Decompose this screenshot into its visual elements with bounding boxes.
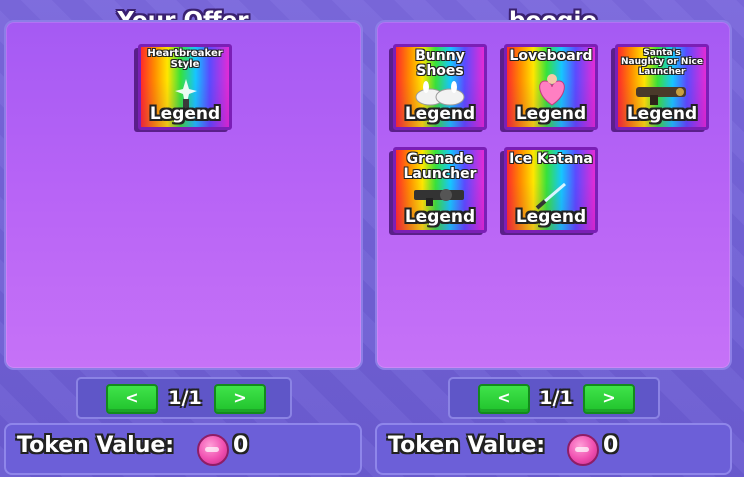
token-coin-icon [567, 434, 599, 466]
item-name: Heartbreaker Style [147, 48, 223, 70]
token-value-label: Token Value: [388, 433, 546, 458]
chevron-left-icon: < [125, 388, 139, 407]
item-rarity: Legend [149, 104, 221, 124]
chevron-right-icon: > [602, 388, 616, 407]
chevron-left-icon: < [497, 388, 511, 407]
token-coin-icon [197, 434, 229, 466]
left-pager: < 1/1 > [76, 377, 292, 419]
item-card-grenade-launcher[interactable]: Grenade Launcher Legend [389, 147, 487, 235]
santas-launcher-icon [636, 87, 686, 105]
item-card-santas-launcher[interactable]: Santa's Naughty or Nice Launcher Legend [611, 44, 709, 132]
token-value-number: 0 [603, 433, 619, 458]
right-pager: < 1/1 > [448, 377, 660, 419]
right-page-label: 1/1 [539, 387, 573, 409]
partner-offer-panel: Bunny Shoes Legend Loveboard Legend Sant… [375, 20, 732, 370]
item-rarity: Legend [404, 104, 476, 124]
grenade-launcher-icon [414, 189, 464, 206]
ice-katana-icon [535, 182, 566, 210]
left-prev-button[interactable]: < [106, 384, 158, 414]
item-name: Grenade Launcher [403, 151, 477, 182]
your-offer-panel: Heartbreaker Style Legend [4, 20, 363, 370]
item-card-bunny-shoes[interactable]: Bunny Shoes Legend [389, 44, 487, 132]
left-next-button[interactable]: > [214, 384, 266, 414]
left-page-label: 1/1 [168, 387, 202, 409]
left-token-value: Token Value: 0 [4, 423, 362, 475]
item-name: Bunny Shoes [415, 48, 465, 79]
right-prev-button[interactable]: < [478, 384, 530, 414]
item-card-loveboard[interactable]: Loveboard Legend [500, 44, 598, 132]
item-name: Santa's Naughty or Nice Launcher [621, 48, 703, 77]
item-rarity: Legend [626, 104, 698, 124]
item-name: Ice Katana [509, 151, 593, 167]
item-rarity: Legend [404, 207, 476, 227]
item-rarity: Legend [515, 104, 587, 124]
item-card-ice-katana[interactable]: Ice Katana Legend [500, 147, 598, 235]
token-value-number: 0 [233, 433, 249, 458]
item-rarity: Legend [515, 207, 587, 227]
right-token-value: Token Value: 0 [375, 423, 732, 475]
right-next-button[interactable]: > [583, 384, 635, 414]
item-name: Loveboard [509, 48, 593, 64]
token-value-label: Token Value: [17, 433, 175, 458]
item-card-heartbreaker-style[interactable]: Heartbreaker Style Legend [134, 44, 232, 132]
chevron-right-icon: > [233, 388, 247, 407]
